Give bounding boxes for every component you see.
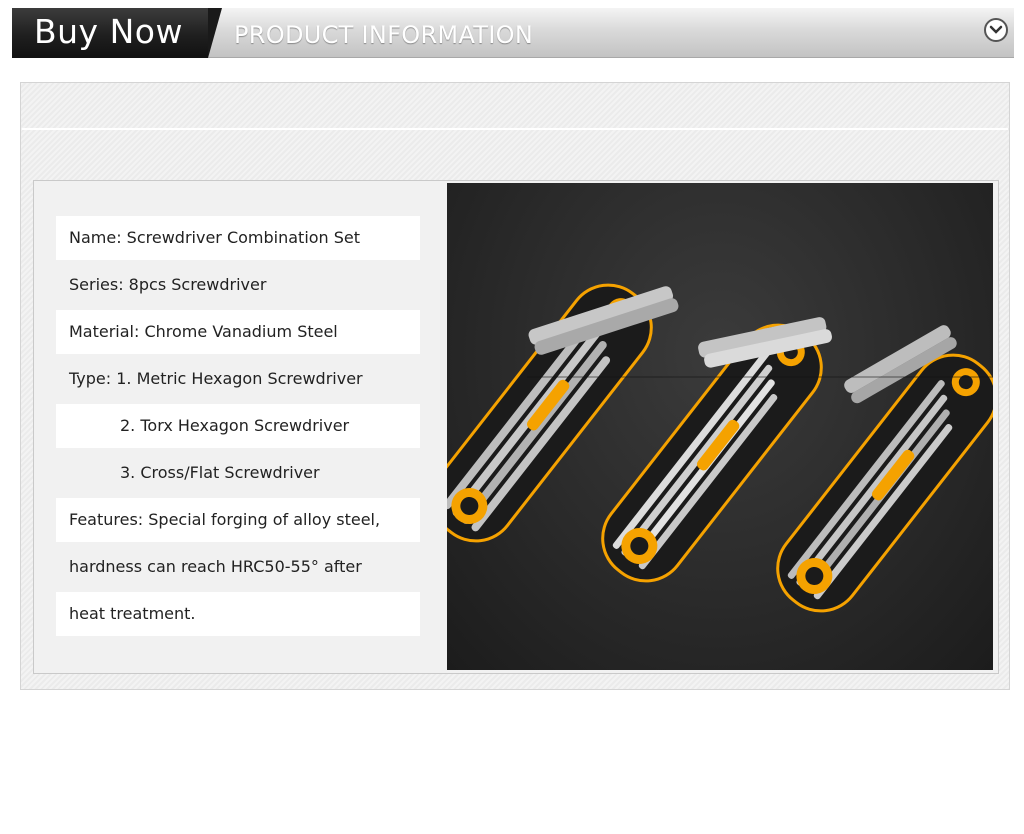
spec-series: Series: 8pcs Screwdriver <box>69 275 267 294</box>
spec-list: Name: Screwdriver Combination Set Series… <box>56 216 420 639</box>
chevron-down-icon[interactable] <box>984 18 1008 42</box>
buy-now-button[interactable]: Buy Now <box>12 8 208 58</box>
section-title: PRODUCT INFORMATION <box>234 21 534 49</box>
spec-features-line-3: heat treatment. <box>56 592 420 636</box>
spec-name: Name: Screwdriver Combination Set <box>56 216 420 260</box>
spec-type-2: 2. Torx Hexagon Screwdriver <box>56 404 420 448</box>
buy-now-notch <box>208 8 222 58</box>
chevron-down-icon-glyph <box>989 25 1003 34</box>
spec-material: Material: Chrome Vanadium Steel <box>56 310 420 354</box>
spec-type-1: Type: 1. Metric Hexagon Screwdriver <box>69 369 363 388</box>
screwdriver-sets-illustration <box>447 283 993 613</box>
header-bar: Buy Now PRODUCT INFORMATION <box>12 8 1014 58</box>
panel-divider <box>22 128 1008 130</box>
spec-type-3: 3. Cross/Flat Screwdriver <box>120 463 320 482</box>
product-photo <box>447 183 993 670</box>
spec-features-line-1: Features: Special forging of alloy steel… <box>56 498 420 542</box>
spec-features-line-2: hardness can reach HRC50-55° after <box>69 557 362 576</box>
